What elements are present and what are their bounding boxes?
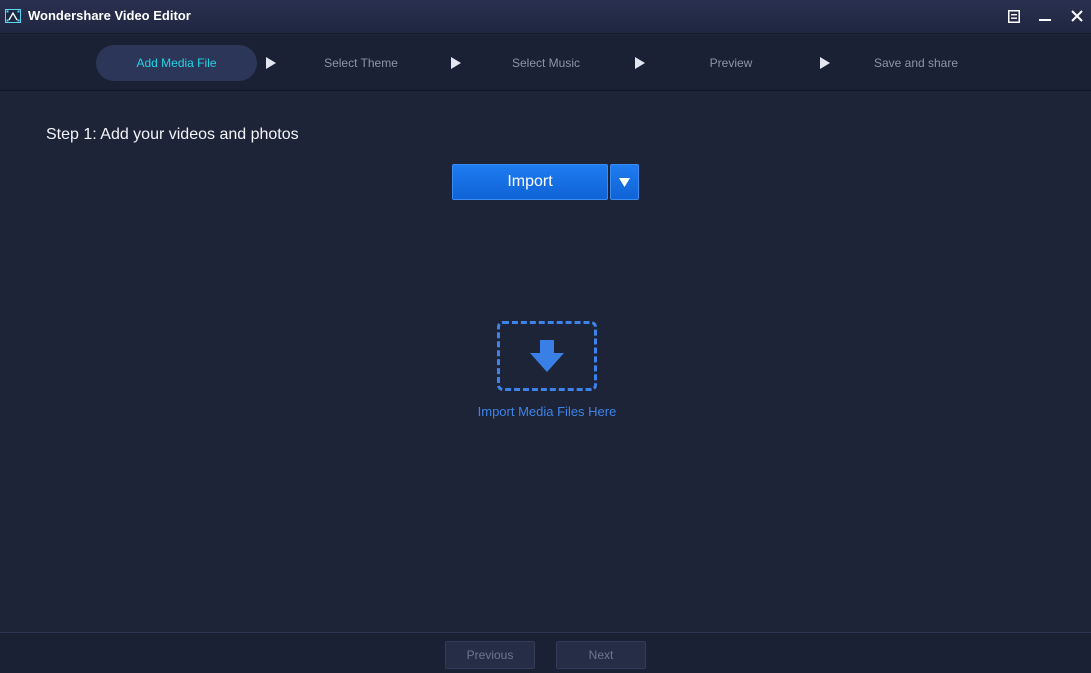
close-icon (1071, 10, 1083, 22)
minimize-button[interactable] (1035, 6, 1055, 26)
close-button[interactable] (1067, 6, 1087, 26)
app-title: Wondershare Video Editor (28, 8, 191, 23)
menu-button[interactable] (1004, 6, 1024, 26)
step-add-media-file[interactable]: Add Media File (96, 45, 257, 81)
dropzone-label[interactable]: Import Media Files Here (447, 404, 647, 419)
step-arrow-icon (266, 57, 276, 69)
step-preview[interactable]: Preview (666, 45, 796, 81)
footer-bar: Previous Next (0, 632, 1091, 673)
step-select-music[interactable]: Select Music (481, 45, 611, 81)
menu-icon (1008, 9, 1020, 23)
download-arrow-icon (530, 340, 564, 372)
title-bar: Wondershare Video Editor (0, 0, 1091, 34)
import-dropdown-button[interactable] (610, 164, 639, 200)
step-select-theme[interactable]: Select Theme (296, 45, 426, 81)
step-bar: Add Media File Select Theme Select Music… (0, 35, 1091, 91)
page-heading: Step 1: Add your videos and photos (46, 126, 299, 143)
minimize-icon (1039, 19, 1051, 21)
next-button[interactable]: Next (556, 641, 646, 669)
step-arrow-icon (635, 57, 645, 69)
app-logo-icon (5, 9, 21, 23)
import-dropzone[interactable] (497, 321, 597, 391)
import-button[interactable]: Import (452, 164, 608, 200)
step-arrow-icon (451, 57, 461, 69)
triangle-down-icon (619, 177, 630, 187)
step-arrow-icon (820, 57, 830, 69)
previous-button[interactable]: Previous (445, 641, 535, 669)
step-save-and-share[interactable]: Save and share (851, 45, 981, 81)
